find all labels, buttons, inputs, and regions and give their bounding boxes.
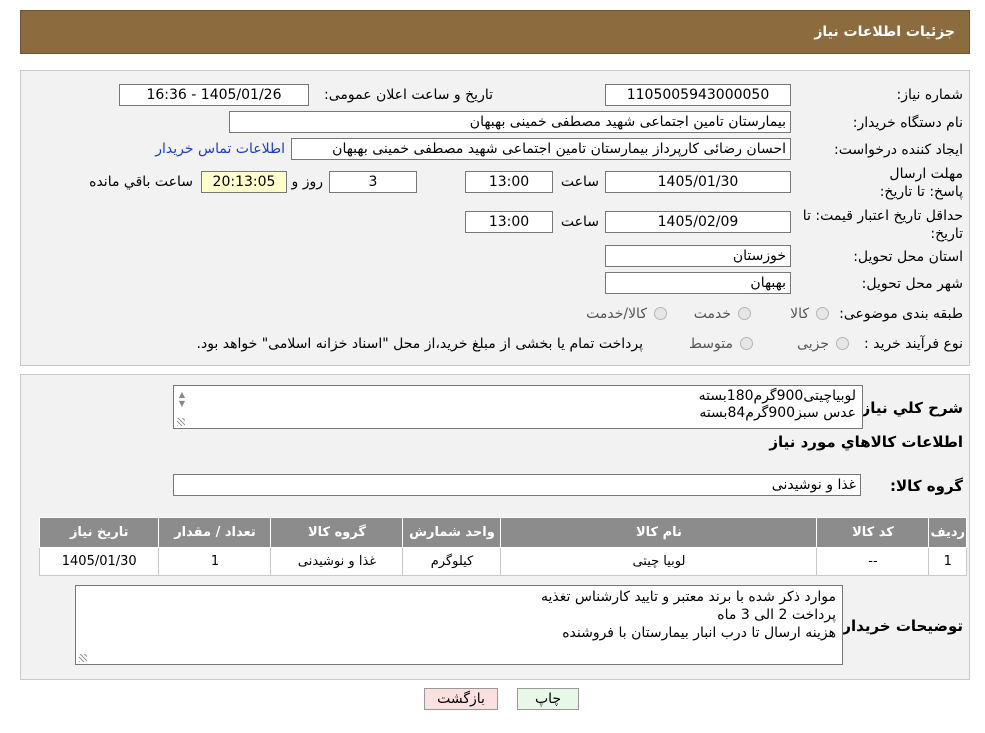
- cell-goods-code: --: [816, 547, 930, 576]
- cell-need-date: 1405/01/30: [38, 547, 160, 576]
- deadline-time-field: 13:00: [465, 171, 553, 193]
- page-title-bar: جزئیات اطلاعات نیاز: [20, 10, 970, 54]
- process-label: نوع فرآیند خرید :: [864, 336, 963, 352]
- goods-group-field: غذا و نوشیدنی: [173, 474, 861, 496]
- cell-unit: کیلوگرم: [402, 547, 502, 576]
- need-description-textarea[interactable]: لوبیاچیتی900گرم180بسته عدس سبز900گرم84بس…: [173, 385, 863, 429]
- deadline-label: مهلت ارسال پاسخ: تا تاریخ:: [879, 166, 963, 200]
- goods-group-label: گروه کالا:: [890, 477, 963, 495]
- validity-time-field: 13:00: [465, 211, 553, 233]
- cell-goods-group: غذا و نوشیدنی: [270, 547, 404, 576]
- col-unit: واحد شمارش: [402, 517, 502, 548]
- page-title: جزئیات اطلاعات نیاز: [814, 24, 955, 40]
- category-option-goods: کالا: [790, 306, 809, 322]
- goods-table: ردیف کد کالا نام کالا واحد شمارش گروه کا…: [38, 517, 967, 576]
- need-number-label: شماره نیاز:: [896, 87, 964, 103]
- buyer-org-label: نام دستگاه خریدار:: [852, 115, 963, 131]
- cell-goods-name: لوبیا چیتی: [500, 547, 818, 576]
- need-description-line-2: عدس سبز900گرم84بسته: [699, 405, 856, 421]
- requester-field: احسان رضائی کارپرداز بیمارستان تامین اجت…: [291, 138, 791, 160]
- scroll-arrows-icon[interactable]: ▲ ▼: [176, 390, 188, 408]
- province-field: خوزستان: [605, 245, 791, 267]
- resize-grip-icon[interactable]: [177, 418, 185, 426]
- col-goods-code: کد کالا: [816, 517, 930, 548]
- process-note: پرداخت تمام یا بخشی از مبلغ خرید،از محل …: [196, 336, 643, 352]
- need-description-line-1: لوبیاچیتی900گرم180بسته: [698, 388, 856, 404]
- deadline-date-field: 1405/01/30: [605, 171, 791, 193]
- validity-label: حداقل تاریخ اعتبار قیمت: تا تاریخ:: [802, 208, 963, 242]
- process-radio-medium[interactable]: [740, 337, 753, 350]
- deadline-time-label: ساعت: [560, 174, 599, 190]
- col-goods-name: نام کالا: [500, 517, 818, 548]
- remaining-days-field: 3: [329, 171, 417, 193]
- remaining-label: ساعت باقي مانده: [89, 174, 193, 190]
- need-number-field: 1105005943000050: [605, 84, 791, 106]
- need-description-label: شرح كلي نياز:: [855, 399, 963, 417]
- validity-time-label: ساعت: [560, 214, 599, 230]
- table-row: 1 -- لوبیا چیتی کیلوگرم غذا و نوشیدنی 1 …: [38, 547, 967, 576]
- category-radio-goods[interactable]: [816, 307, 829, 320]
- category-label: طبقه بندی موضوعی:: [839, 306, 963, 322]
- process-option-medium: متوسط: [689, 336, 733, 352]
- validity-date-field: 1405/02/09: [605, 211, 791, 233]
- category-option-service: خدمت: [693, 306, 731, 322]
- buyer-org-field: بیمارستان تامین اجتماعی شهید مصطفی خمینی…: [229, 111, 791, 133]
- remaining-time-field: 20:13:05: [201, 171, 287, 193]
- buyer-notes-textarea[interactable]: موارد ذکر شده با برند معتبر و تایید کارش…: [75, 585, 843, 665]
- buyer-notes-line-3: هزینه ارسال تا درب انبار بیمارستان با فر…: [562, 625, 836, 641]
- cell-row-number: 1: [928, 547, 967, 576]
- col-quantity: تعداد / مقدار: [158, 517, 272, 548]
- category-option-goods-service: کالا/خدمت: [586, 306, 647, 322]
- need-details-panel: شماره نیاز: 1105005943000050 تاریخ و ساع…: [20, 70, 970, 366]
- print-button[interactable]: چاپ: [517, 688, 579, 710]
- table-header-row: ردیف کد کالا نام کالا واحد شمارش گروه کا…: [38, 517, 967, 548]
- back-button[interactable]: بازگشت: [424, 688, 498, 710]
- goods-info-heading: اطلاعات کالاهاي مورد نياز: [769, 433, 963, 451]
- city-label: شهر محل تحویل:: [861, 276, 963, 292]
- resize-grip-icon[interactable]: [79, 654, 87, 662]
- col-need-date: تاریخ نیاز: [38, 517, 160, 548]
- announce-datetime-field: 1405/01/26 - 16:36: [119, 84, 309, 106]
- buyer-notes-label: توضیحات خریدار:: [836, 617, 963, 635]
- buyer-notes-line-2: پرداخت 2 الی 3 ماه: [717, 607, 836, 623]
- category-radio-goods-service[interactable]: [654, 307, 667, 320]
- category-radio-service[interactable]: [738, 307, 751, 320]
- contact-buyer-link[interactable]: اطلاعات تماس خریدار: [155, 141, 285, 157]
- city-field: بهبهان: [605, 272, 791, 294]
- process-option-minor: جزیی: [797, 336, 829, 352]
- col-goods-group: گروه کالا: [270, 517, 404, 548]
- days-and-label: روز و: [291, 174, 324, 190]
- cell-quantity: 1: [158, 547, 272, 576]
- requester-label: ایجاد کننده درخواست:: [834, 142, 963, 158]
- province-label: استان محل تحویل:: [853, 249, 963, 265]
- col-row-number: ردیف: [928, 517, 967, 548]
- announce-datetime-label: تاریخ و ساعت اعلان عمومی:: [324, 87, 493, 103]
- process-radio-minor[interactable]: [836, 337, 849, 350]
- buyer-notes-line-1: موارد ذکر شده با برند معتبر و تایید کارش…: [541, 589, 836, 605]
- goods-panel: شرح كلي نياز: لوبیاچیتی900گرم180بسته عدس…: [20, 374, 970, 680]
